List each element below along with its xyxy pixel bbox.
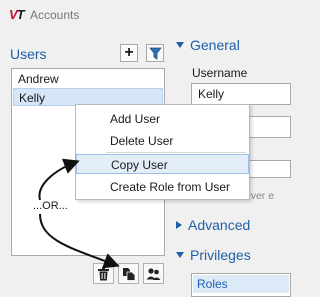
trash-icon <box>98 267 109 280</box>
create-role-button[interactable] <box>143 263 164 284</box>
advanced-heading: Advanced <box>188 217 251 233</box>
privileges-heading: Privileges <box>190 247 251 263</box>
filter-icon <box>148 47 162 60</box>
plus-icon: + <box>124 44 134 61</box>
copy-user-button[interactable] <box>118 263 139 284</box>
menu-item-copy-user[interactable]: Copy User <box>76 154 249 174</box>
menu-item-create-role-from-user[interactable]: Create Role from User <box>76 177 249 197</box>
add-user-button[interactable]: + <box>120 44 138 62</box>
users-heading: Users <box>10 46 47 62</box>
expand-arrow-icon <box>176 221 182 229</box>
copy-icon <box>122 267 135 281</box>
title-bar: VT Accounts <box>0 0 281 30</box>
menu-item-add-user[interactable]: Add User <box>76 109 249 129</box>
user-item-andrew[interactable]: Andrew <box>13 70 163 88</box>
privileges-section-header[interactable]: Privileges <box>176 247 251 263</box>
or-annotation-label: ...OR... <box>32 200 69 212</box>
advanced-section-header[interactable]: Advanced <box>176 217 250 233</box>
general-heading: General <box>190 37 240 53</box>
username-label: Username <box>192 66 248 80</box>
context-menu: Add User Delete User Copy User Create Ro… <box>75 104 250 200</box>
app-logo: VT <box>9 7 25 22</box>
menu-item-delete-user[interactable]: Delete User <box>76 131 249 151</box>
filter-button[interactable] <box>146 44 164 62</box>
window-title: Accounts <box>30 8 80 22</box>
username-input[interactable]: Kelly <box>191 83 291 105</box>
menu-separator <box>106 152 246 153</box>
users-group-icon <box>146 267 161 280</box>
collapse-arrow-icon <box>176 42 184 48</box>
roles-item[interactable]: Roles <box>193 275 289 293</box>
delete-user-button[interactable] <box>93 263 114 284</box>
collapse-arrow-icon <box>176 252 184 258</box>
general-section-header[interactable]: General <box>176 37 240 53</box>
